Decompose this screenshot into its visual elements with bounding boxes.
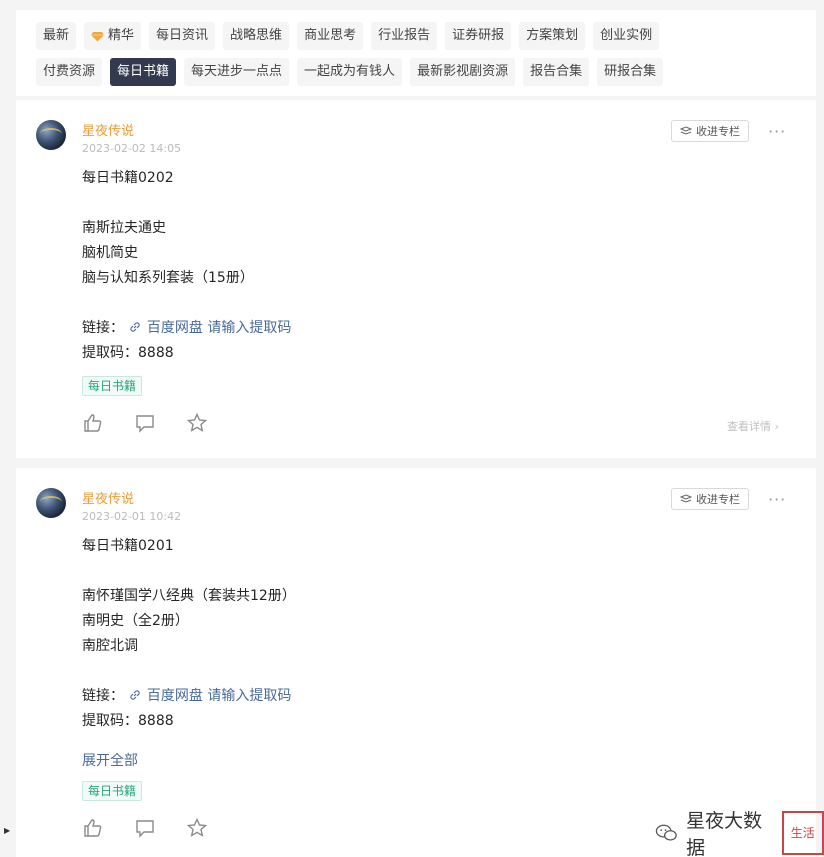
- collect-to-column-button[interactable]: 收进专栏: [671, 488, 749, 510]
- comment-icon[interactable]: [134, 412, 156, 434]
- category-tag[interactable]: 一起成为有钱人: [297, 58, 403, 86]
- category-tag-label: 研报合集: [604, 64, 657, 79]
- category-tag-label: 每天进步一点点: [191, 64, 283, 79]
- book-item: 脑机简史: [82, 245, 138, 261]
- category-tag-label: 战略思维: [230, 28, 283, 43]
- page: 最新 精华 每日资讯 战略思维 商业思考 行业报告 证券研报 方案策划 创业实例 付费资源 每日书…: [0, 0, 824, 857]
- link-icon: [130, 690, 141, 700]
- category-tag[interactable]: 每天进步一点点: [184, 58, 290, 86]
- post-title: 每日书籍0201: [82, 538, 174, 554]
- column-icon: [680, 126, 692, 135]
- link-text: 百度网盘 请输入提取码: [146, 320, 292, 336]
- post-date: 2023-02-01 10:42: [82, 510, 182, 523]
- category-tag-label: 报告合集: [530, 64, 583, 79]
- category-tag[interactable]: 行业报告: [371, 22, 438, 50]
- category-tag[interactable]: 每日资讯: [149, 22, 216, 50]
- category-tag[interactable]: 每日书籍: [110, 58, 177, 86]
- post-date: 2023-02-02 14:05: [82, 142, 182, 155]
- category-tag-label: 方案策划: [526, 28, 579, 43]
- category-tag-label: 一起成为有钱人: [304, 64, 396, 79]
- category-tag[interactable]: 方案策划: [519, 22, 586, 50]
- more-options-icon[interactable]: ···: [768, 122, 786, 141]
- extract-code: 提取码：8888: [82, 345, 174, 361]
- category-tag-label: 证券研报: [452, 28, 505, 43]
- post-card: 星夜传说 2023-02-01 10:42 收进专栏 ··· 每日书籍0201 …: [16, 468, 816, 857]
- category-tag-label: 最新: [43, 28, 70, 43]
- column-icon: [680, 494, 692, 503]
- category-tag[interactable]: 最新: [36, 22, 77, 50]
- link-text: 百度网盘 请输入提取码: [146, 688, 292, 704]
- category-tag-label: 最新影视剧资源: [417, 64, 509, 79]
- post-title: 每日书籍0202: [82, 170, 174, 186]
- category-tag-label: 每日资讯: [156, 28, 209, 43]
- post-actions: [82, 412, 208, 434]
- category-tag[interactable]: 研报合集: [597, 58, 664, 86]
- like-icon[interactable]: [82, 412, 104, 434]
- topic-tag[interactable]: 每日书籍: [82, 781, 143, 801]
- author-name[interactable]: 星夜传说: [82, 120, 134, 139]
- diamond-icon: [91, 31, 105, 41]
- star-icon[interactable]: [186, 817, 208, 839]
- collect-button-label: 收进专栏: [696, 493, 740, 506]
- category-tag[interactable]: 报告合集: [523, 58, 590, 86]
- post-actions: [82, 817, 208, 839]
- view-detail-link[interactable]: 查看详情 ›: [727, 418, 779, 434]
- caret-right-icon[interactable]: ▶: [4, 826, 10, 835]
- category-tag[interactable]: 创业实例: [593, 22, 660, 50]
- watermark-text: 星夜大数据: [686, 810, 763, 857]
- post-content: 每日书籍0202 南斯拉夫通史 脑机简史 脑与认知系列套装（15册） 链接： 百…: [82, 166, 782, 366]
- author-name[interactable]: 星夜传说: [82, 488, 134, 507]
- comment-icon[interactable]: [134, 817, 156, 839]
- star-icon[interactable]: [186, 412, 208, 434]
- category-tag[interactable]: 付费资源: [36, 58, 103, 86]
- baidu-pan-link[interactable]: 百度网盘 请输入提取码: [128, 320, 291, 336]
- category-tag-label: 付费资源: [43, 64, 96, 79]
- category-tag-label: 创业实例: [600, 28, 653, 43]
- like-icon[interactable]: [82, 817, 104, 839]
- category-tag-label: 每日书籍: [117, 64, 170, 79]
- category-tag[interactable]: 最新影视剧资源: [410, 58, 516, 86]
- chevron-right-icon: ›: [774, 420, 779, 433]
- book-item: 脑与认知系列套装（15册）: [82, 270, 254, 286]
- collect-to-column-button[interactable]: 收进专栏: [671, 120, 749, 142]
- category-tag[interactable]: 战略思维: [223, 22, 290, 50]
- book-item: 南腔北调: [82, 638, 138, 654]
- link-prefix: 链接：: [82, 320, 124, 336]
- collect-button-label: 收进专栏: [696, 125, 740, 138]
- post-content: 每日书籍0201 南怀瑾国学八经典（套装共12册） 南明史（全2册） 南腔北调 …: [82, 534, 782, 734]
- expand-all-link[interactable]: 展开全部: [82, 750, 138, 770]
- watermark: 星夜大数据 生活: [655, 806, 824, 857]
- avatar[interactable]: [36, 120, 66, 150]
- topic-tag[interactable]: 每日书籍: [82, 376, 143, 396]
- book-item: 南怀瑾国学八经典（套装共12册）: [82, 588, 296, 604]
- post-card: 星夜传说 2023-02-02 14:05 收进专栏 ··· 每日书籍0202 …: [16, 100, 816, 458]
- baidu-pan-link[interactable]: 百度网盘 请输入提取码: [128, 688, 291, 704]
- category-tag[interactable]: 证券研报: [445, 22, 512, 50]
- book-item: 南斯拉夫通史: [82, 220, 166, 236]
- category-tags-row-2: 付费资源 每日书籍 每天进步一点点 一起成为有钱人 最新影视剧资源 报告合集 研报合集: [36, 58, 816, 86]
- avatar[interactable]: [36, 488, 66, 518]
- category-tag-label: 商业思考: [304, 28, 357, 43]
- category-tag-label: 行业报告: [378, 28, 431, 43]
- more-options-icon[interactable]: ···: [768, 490, 786, 509]
- watermark-logo: 生活: [781, 811, 824, 855]
- extract-code: 提取码：8888: [82, 713, 174, 729]
- view-detail-label: 查看详情: [727, 420, 771, 433]
- category-tags-panel: 最新 精华 每日资讯 战略思维 商业思考 行业报告 证券研报 方案策划 创业实例 付费资源 每日书…: [16, 10, 816, 96]
- category-tag[interactable]: 商业思考: [297, 22, 364, 50]
- link-icon: [130, 322, 141, 332]
- category-tag-label: 精华: [108, 28, 135, 43]
- category-tags-row-1: 最新 精华 每日资讯 战略思维 商业思考 行业报告 证券研报 方案策划 创业实例: [36, 22, 816, 50]
- link-prefix: 链接：: [82, 688, 124, 704]
- book-item: 南明史（全2册）: [82, 613, 189, 629]
- wechat-icon: [655, 824, 677, 841]
- category-tag[interactable]: 精华: [84, 22, 142, 50]
